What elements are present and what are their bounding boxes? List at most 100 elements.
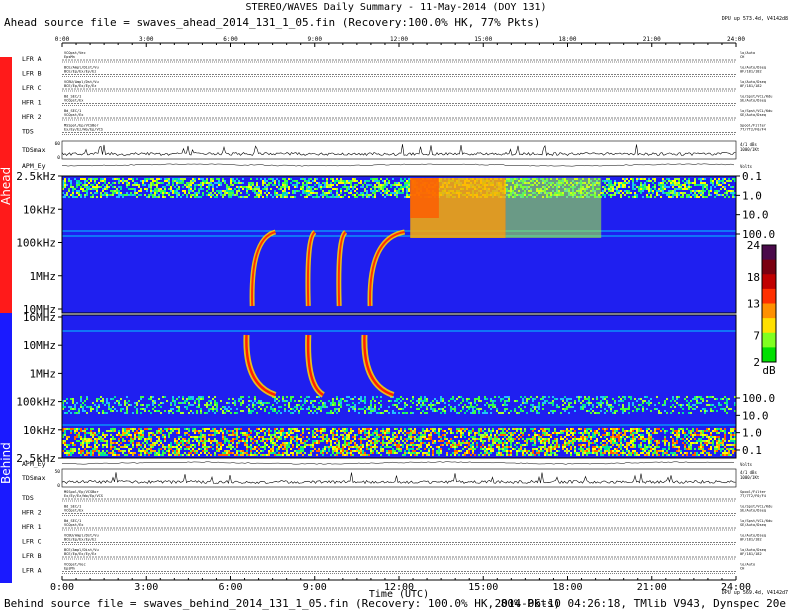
behind-lf-noise-pixel [360,454,362,456]
ahead-lf-noise-pixel [164,186,166,188]
ahead-lf-noise-pixel [182,178,184,180]
ahead-lf-noise-pixel [236,194,238,196]
ahead-lf-noise-pixel [626,190,628,192]
behind-lf-noise-pixel [150,428,152,430]
behind-lf-noise-pixel [506,454,508,456]
behind-lf-noise-pixel [362,454,364,456]
behind-lf-noise-pixel [142,432,144,434]
behind-lf-noise-pixel [272,444,274,446]
behind-lf-noise-pixel [462,440,464,442]
behind-lf-noise-pixel [144,450,146,452]
behind-lf-noise-pixel [302,448,304,450]
ahead-lf-noise-pixel [284,194,286,196]
behind-lf-noise-pixel [204,448,206,450]
ahead-lf-noise-pixel [262,196,264,198]
ahead-lf-noise-pixel [628,180,630,182]
behind-lf-noise-pixel [604,446,606,448]
ahead-lf-noise-pixel [704,178,706,180]
ahead-lf-noise-pixel [236,192,238,194]
behind-lf-noise-pixel [710,438,712,440]
ahead-lf-noise-pixel [180,196,182,198]
behind-lf-noise-pixel [142,450,144,452]
behind-lf-noise-pixel [592,452,594,454]
ahead-lf-noise-pixel [602,192,604,194]
ahead-lf-noise-pixel [370,188,372,190]
ahead-lf-noise-pixel [276,186,278,188]
ahead-status-row-right-bot: 7T/7T2/F0/F4 [740,128,766,132]
behind-lf-noise-pixel [698,438,700,440]
behind-lf-noise-pixel [276,432,278,434]
behind-lf-noise-pixel [368,436,370,438]
behind-lf-noise-pixel [132,428,134,430]
behind-lf-noise-pixel [730,454,732,456]
behind-lf-noise-pixel [124,432,126,434]
ahead-lf-noise-pixel [76,184,78,186]
ahead-lf-noise-pixel [146,196,148,198]
behind-lf-noise-pixel [546,440,548,442]
ahead-lf-noise-pixel [306,184,308,186]
behind-lf-noise-pixel [392,452,394,454]
behind-lf-noise-pixel [218,430,220,432]
behind-lf-noise-pixel [214,454,216,456]
behind-lf-noise-pixel [312,430,314,432]
ahead-lf-noise-pixel [718,184,720,186]
behind-lf-noise-pixel [540,448,542,450]
behind-lf-noise-pixel [634,428,636,430]
behind-lf-noise-pixel [124,444,126,446]
ahead-lf-noise-pixel [190,188,192,190]
behind-lf-noise-pixel [642,440,644,442]
ahead-lf-noise-pixel [200,178,202,180]
behind-lf-noise-pixel [612,452,614,454]
ahead-lf-noise-pixel [728,190,730,192]
ahead-lf-noise-pixel [718,190,720,192]
behind-lf-noise-pixel [558,444,560,446]
behind-lf-noise-pixel [716,432,718,434]
behind-lf-noise-pixel [274,428,276,430]
ahead-lf-noise-pixel [282,194,284,196]
ahead-lf-noise-pixel [200,186,202,188]
behind-lf-noise-pixel [708,448,710,450]
behind-lf-noise-pixel [376,428,378,430]
behind-lf-noise-pixel [488,448,490,450]
ahead-lf-noise-pixel [110,194,112,196]
ahead-lf-noise-pixel [208,184,210,186]
ahead-lf-noise-pixel [728,196,730,198]
ahead-lf-noise-pixel [160,188,162,190]
behind-lf-noise-pixel [310,452,312,454]
ahead-lf-noise-pixel [384,196,386,198]
behind-lf-noise-pixel [86,454,88,456]
behind-lf-noise-pixel [110,452,112,454]
behind-lf-noise-pixel [570,452,572,454]
behind-lf-noise-pixel [674,454,676,456]
behind-lf-noise-pixel [722,440,724,442]
ahead-lf-noise-pixel [90,184,92,186]
ahead-lf-noise-pixel [394,188,396,190]
ahead-lf-noise-pixel [732,186,734,188]
behind-lf-noise-pixel [536,450,538,452]
ahead-lf-noise-pixel [378,182,380,184]
ahead-lf-noise-pixel [164,188,166,190]
ahead-lf-noise-pixel [718,178,720,180]
behind-lf-noise-pixel [534,454,536,456]
behind-lf-noise-pixel [354,450,356,452]
ahead-lf-noise-pixel [168,188,170,190]
behind-lf-noise-pixel [382,436,384,438]
behind-mid-noise-pixel [70,412,72,414]
ahead-lf-noise-pixel [396,186,398,188]
behind-lf-noise-pixel [572,440,574,442]
ahead-lf-noise-pixel [654,178,656,180]
behind-lf-noise-pixel [426,444,428,446]
behind-lf-noise-pixel [64,442,66,444]
behind-lf-noise-pixel [302,430,304,432]
behind-lf-noise-pixel [576,452,578,454]
behind-lf-noise-pixel [250,448,252,450]
behind-lf-noise-pixel [464,436,466,438]
behind-lf-noise-pixel [438,452,440,454]
behind-lf-noise-pixel [132,440,134,442]
behind-lf-noise-pixel [336,430,338,432]
ahead-lf-noise-pixel [678,186,680,188]
behind-lf-noise-pixel [438,454,440,456]
behind-lf-noise-pixel [584,430,586,432]
behind-lf-noise-pixel [534,432,536,434]
ahead-lf-noise-pixel [338,182,340,184]
